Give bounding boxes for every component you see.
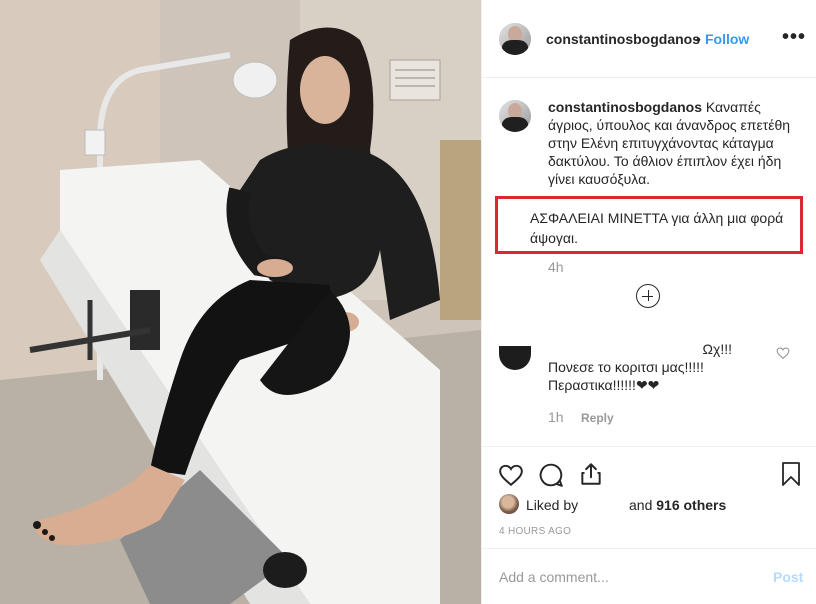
heart-icon[interactable] xyxy=(498,462,524,488)
bookmark-icon[interactable] xyxy=(779,461,803,487)
comment: Ωχ!!! Πονεσε το κοριτσι μας!!!!! Περαστι… xyxy=(548,340,732,394)
caption-highlighted-text: ΑΣΦΑΛΕΙΑΙ ΜΙΝΕΤΤΑ για άλλη μια φορά άψογ… xyxy=(530,210,784,246)
comment-icon[interactable] xyxy=(538,462,564,488)
comment-time[interactable]: 1h xyxy=(548,409,564,425)
comment-line: Περαστικα!!!!!!❤❤ xyxy=(548,377,660,393)
author-username-link[interactable]: constantinosbogdanos xyxy=(546,31,700,47)
more-options-icon[interactable]: ••• xyxy=(782,26,806,49)
post-side-panel: constantinosbogdanos • Follow ••• consta… xyxy=(481,0,816,604)
caption-username-link[interactable]: constantinosbogdanos xyxy=(548,99,702,115)
likes-count[interactable]: 916 others xyxy=(656,497,726,513)
comment-line: Πονεσε το κοριτσι μας!!!!! xyxy=(548,359,704,375)
likes-and-text: and xyxy=(629,497,653,513)
comment-like-heart-icon[interactable] xyxy=(776,346,790,360)
author-avatar[interactable] xyxy=(499,23,531,55)
add-comment-input[interactable]: Add a comment... xyxy=(499,569,609,585)
reply-button[interactable]: Reply xyxy=(581,411,614,425)
share-icon[interactable] xyxy=(578,461,604,487)
liked-by-label: Liked by xyxy=(526,497,579,513)
post-timestamp[interactable]: 4 HOURS AGO xyxy=(499,526,571,537)
post-header: constantinosbogdanos • Follow ••• xyxy=(482,0,816,78)
caption-author-avatar[interactable] xyxy=(499,100,531,132)
likes-summary: Liked by and 916 others xyxy=(499,493,809,517)
separator-dot: • xyxy=(696,31,701,47)
action-bar xyxy=(482,446,816,488)
likes-count-link[interactable]: and 916 others xyxy=(629,497,726,513)
add-comment-bar: Add a comment... Post xyxy=(482,548,816,604)
post-comment-button[interactable]: Post xyxy=(773,569,803,585)
liker-avatar[interactable] xyxy=(499,494,519,514)
commenter-avatar[interactable] xyxy=(499,346,531,370)
comment-line: Ωχ!!! xyxy=(702,341,732,357)
post-photo[interactable] xyxy=(0,0,481,604)
caption-time[interactable]: 4h xyxy=(548,259,564,275)
follow-button[interactable]: Follow xyxy=(705,31,749,47)
caption: constantinosbogdanos Καναπές άγριος, ύπο… xyxy=(548,98,803,188)
load-more-comments-icon[interactable] xyxy=(636,284,660,308)
photo-illustration xyxy=(0,0,481,604)
